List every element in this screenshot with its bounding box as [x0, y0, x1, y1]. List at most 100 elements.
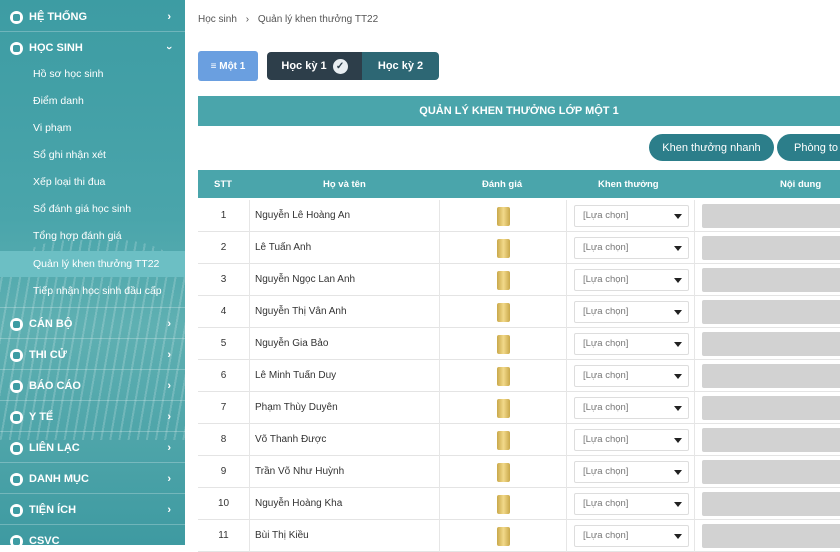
sidebar-item-thi-cu[interactable]: THI CỬ › — [0, 342, 185, 368]
reward-select[interactable]: [Lựa chọn] — [574, 205, 689, 227]
certificate-icon[interactable] — [497, 527, 510, 546]
sidebar-subitem[interactable]: Sổ ghi nhận xét — [0, 142, 185, 168]
tab-semester-1[interactable]: Học kỳ 1 ✓ — [267, 52, 362, 80]
certificate-icon[interactable] — [497, 463, 510, 482]
sidebar-item-label: BÁO CÁO — [29, 380, 81, 392]
select-value: [Lựa chọn] — [583, 434, 629, 445]
caret-down-icon — [674, 502, 682, 507]
content-input[interactable] — [702, 204, 840, 228]
reward-select[interactable]: [Lựa chọn] — [574, 333, 689, 355]
sidebar-item-lien-lac[interactable]: LIÊN LẠC › — [0, 435, 185, 461]
reward-select[interactable]: [Lựa chọn] — [574, 237, 689, 259]
sidebar-subitem[interactable]: Xếp loại thi đua — [0, 169, 185, 195]
cell-reward: [Lựa chọn] — [567, 232, 695, 264]
sidebar-subitem[interactable]: Vi phạm — [0, 115, 185, 141]
cell-name: Nguyễn Ngọc Lan Anh — [250, 264, 440, 296]
content-input[interactable] — [702, 236, 840, 260]
reward-select[interactable]: [Lựa chọn] — [574, 429, 689, 451]
reward-select[interactable]: [Lựa chọn] — [574, 301, 689, 323]
sidebar-subitem[interactable]: Sổ đánh giá học sinh — [0, 196, 185, 222]
caret-down-icon — [674, 342, 682, 347]
certificate-icon[interactable] — [497, 239, 510, 258]
cell-name: Trần Võ Như Huỳnh — [250, 456, 440, 488]
content-input[interactable] — [702, 460, 840, 484]
cell-name: Lê Minh Tuấn Duy — [250, 360, 440, 392]
certificate-icon[interactable] — [497, 399, 510, 418]
content-input[interactable] — [702, 396, 840, 420]
divider — [0, 400, 185, 401]
cell-name: Võ Thanh Được — [250, 424, 440, 456]
sidebar-item-y-te[interactable]: Y TẾ › — [0, 404, 185, 430]
certificate-icon[interactable] — [497, 271, 510, 290]
content-input[interactable] — [702, 428, 840, 452]
class-select-button[interactable]: ≡ Một 1 — [198, 51, 258, 81]
cell-content — [695, 264, 840, 296]
reward-select[interactable]: [Lựa chọn] — [574, 525, 689, 547]
sidebar-item-label: DANH MỤC — [29, 473, 89, 485]
cell-reward: [Lựa chọn] — [567, 424, 695, 456]
content-input[interactable] — [702, 492, 840, 516]
divider — [0, 31, 185, 32]
certificate-icon[interactable] — [497, 367, 510, 386]
sidebar-item-bao-cao[interactable]: BÁO CÁO › — [0, 373, 185, 399]
quick-reward-button[interactable]: Khen thưởng nhanh — [649, 134, 774, 161]
sidebar-subitem[interactable]: Tiếp nhận học sinh đầu cấp — [0, 278, 185, 304]
sidebar-item-tien-ich[interactable]: TIỆN ÍCH › — [0, 497, 185, 523]
certificate-icon[interactable] — [497, 335, 510, 354]
sidebar-item-can-bo[interactable]: CÁN BỘ › — [0, 311, 185, 337]
select-value: [Lựa chọn] — [583, 210, 629, 221]
content-input[interactable] — [702, 300, 840, 324]
divider — [0, 338, 185, 339]
sidebar-subitem[interactable]: Điểm danh — [0, 88, 185, 114]
tab-semester-2[interactable]: Học kỳ 2 — [362, 52, 439, 80]
page-title: QUẢN LÝ KHEN THƯỞNG LỚP MỘT 1 — [198, 96, 840, 126]
cell-content — [695, 488, 840, 520]
content-input[interactable] — [702, 524, 840, 548]
sidebar-item-danh-muc[interactable]: DANH MỤC › — [0, 466, 185, 492]
sidebar-subitem-label: Điểm danh — [33, 95, 84, 107]
reward-select[interactable]: [Lựa chọn] — [574, 461, 689, 483]
reward-select[interactable]: [Lựa chọn] — [574, 397, 689, 419]
cell-eval — [440, 296, 567, 328]
chart-icon — [10, 348, 23, 362]
header-content: Nội dung — [780, 179, 822, 190]
sidebar-item-csvc[interactable]: CSVC — [0, 528, 185, 545]
select-value: [Lựa chọn] — [583, 498, 629, 509]
sidebar-subitem[interactable]: Hồ sơ học sinh — [0, 61, 185, 87]
certificate-icon[interactable] — [497, 431, 510, 450]
divider — [0, 493, 185, 494]
select-value: [Lựa chọn] — [583, 530, 629, 541]
secondary-action-button[interactable]: Phòng to — [777, 134, 840, 161]
cell-content — [695, 328, 840, 360]
cell-stt: 2 — [198, 232, 250, 264]
certificate-icon[interactable] — [497, 303, 510, 322]
cell-name: Nguyễn Gia Bảo — [250, 328, 440, 360]
reward-select[interactable]: [Lựa chọn] — [574, 365, 689, 387]
sidebar-item-hoc-sinh[interactable]: HỌC SINH › — [0, 35, 185, 61]
content-input[interactable] — [702, 268, 840, 292]
table-row: 6 Lê Minh Tuấn Duy [Lựa chọn] — [198, 360, 840, 392]
sidebar-subitem-active[interactable]: Quản lý khen thưởng TT22 — [0, 251, 185, 277]
caret-down-icon — [674, 214, 682, 219]
content-input[interactable] — [702, 332, 840, 356]
sidebar-item-label: TIỆN ÍCH — [29, 504, 77, 516]
cell-name: Nguyễn Hoàng Kha — [250, 488, 440, 520]
breadcrumb-root[interactable]: Học sinh — [198, 14, 237, 25]
sidebar-subitem[interactable]: Tổng hợp đánh giá — [0, 223, 185, 249]
content-input[interactable] — [702, 364, 840, 388]
cell-name: Lê Tuấn Anh — [250, 232, 440, 264]
cell-content — [695, 360, 840, 392]
cell-content — [695, 296, 840, 328]
reward-select[interactable]: [Lựa chọn] — [574, 493, 689, 515]
sidebar-subitem-label: Hồ sơ học sinh — [33, 68, 104, 80]
certificate-icon[interactable] — [497, 207, 510, 226]
cell-eval — [440, 488, 567, 520]
sidebar-item-he-thong[interactable]: HỆ THỐNG › — [0, 4, 185, 30]
reward-select[interactable]: [Lựa chọn] — [574, 269, 689, 291]
sidebar-subitem-label: Vi phạm — [33, 122, 72, 134]
cell-content — [695, 232, 840, 264]
sidebar-item-label: LIÊN LẠC — [29, 442, 80, 454]
caret-down-icon — [674, 534, 682, 539]
certificate-icon[interactable] — [497, 495, 510, 514]
header-reward: Khen thưởng — [598, 179, 659, 190]
